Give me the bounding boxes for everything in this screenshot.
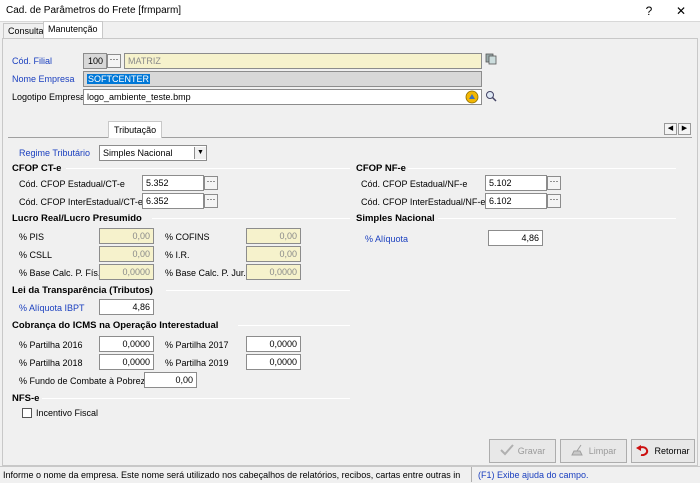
p2017-label: % Partilha 2017 bbox=[165, 340, 229, 350]
ibpt-label: % Alíquota IBPT bbox=[19, 303, 85, 313]
tab-consulta[interactable]: Consulta bbox=[3, 23, 49, 38]
tab-manutencao[interactable]: Manutenção bbox=[43, 21, 103, 38]
csll-label: % CSLL bbox=[19, 250, 53, 260]
cod-filial-field[interactable]: 100 bbox=[83, 53, 107, 69]
p2018-field[interactable]: 0,0000 bbox=[99, 354, 154, 370]
return-arrow-icon bbox=[636, 444, 650, 458]
cfop-nfe-inter-field[interactable]: 6.102 bbox=[485, 193, 547, 209]
nfse-title: NFS-e bbox=[12, 393, 40, 404]
lucro-title: Lucro Real/Lucro Presumido bbox=[12, 213, 142, 224]
simples-divider bbox=[438, 218, 676, 219]
icms-divider bbox=[238, 325, 350, 326]
nome-empresa-label: Nome Empresa bbox=[12, 74, 75, 84]
filial-name-field: MATRIZ bbox=[124, 53, 482, 69]
broom-icon bbox=[570, 444, 585, 458]
transparencia-divider bbox=[166, 290, 350, 291]
p2018-label: % Partilha 2018 bbox=[19, 358, 83, 368]
close-button[interactable]: ✕ bbox=[668, 2, 694, 20]
ir-field[interactable]: 0,00 bbox=[246, 246, 301, 262]
help-button[interactable]: ? bbox=[636, 2, 662, 20]
ir-label: % I.R. bbox=[165, 250, 190, 260]
limpar-button[interactable]: Limpar bbox=[560, 439, 627, 463]
regime-select[interactable]: Simples Nacional bbox=[99, 145, 207, 161]
lucro-divider bbox=[152, 218, 350, 219]
nome-empresa-value: SOFTCENTER bbox=[87, 74, 151, 84]
transparencia-title: Lei da Transparência (Tributos) bbox=[12, 285, 153, 296]
status-help: (F1) Exibe ajuda do campo. bbox=[478, 470, 589, 480]
cfop-cte-inter-field[interactable]: 6.352 bbox=[142, 193, 204, 209]
window-title: Cad. de Parâmetros do Frete [frmparm] bbox=[6, 5, 182, 16]
incentivo-checkbox[interactable] bbox=[22, 408, 32, 418]
base-pf-label: % Base Calc. P. Fís. bbox=[19, 268, 101, 278]
copy-icon[interactable] bbox=[485, 53, 497, 65]
cod-filial-label: Cód. Filial bbox=[12, 56, 53, 66]
cfop-nfe-divider bbox=[408, 168, 676, 169]
gravar-label: Gravar bbox=[517, 446, 546, 456]
checkmark-icon bbox=[500, 444, 514, 458]
cfop-nfe-estadual-lookup-button[interactable]: ··· bbox=[547, 176, 561, 190]
simples-title: Simples Nacional bbox=[356, 213, 435, 224]
fundo-label: % Fundo de Combate à Pobreza bbox=[19, 376, 151, 386]
cfop-cte-estadual-lookup-button[interactable]: ··· bbox=[204, 176, 218, 190]
cfop-nfe-inter-lookup-button[interactable]: ··· bbox=[547, 194, 561, 208]
folder-open-icon[interactable] bbox=[465, 90, 479, 104]
gravar-button[interactable]: Gravar bbox=[489, 439, 556, 463]
regime-value: Simples Nacional bbox=[103, 148, 173, 158]
chevron-down-icon[interactable]: ▼ bbox=[194, 147, 206, 159]
cfop-cte-divider bbox=[66, 168, 350, 169]
cfop-nfe-title: CFOP NF-e bbox=[356, 163, 406, 174]
status-separator bbox=[471, 467, 472, 482]
cfop-cte-inter-label: Cód. CFOP InterEstadual/CT-e bbox=[19, 197, 143, 207]
retornar-button[interactable]: Retornar bbox=[631, 439, 695, 463]
cfop-nfe-inter-label: Cód. CFOP InterEstadual/NF-e bbox=[361, 197, 486, 207]
cfop-cte-estadual-label: Cód. CFOP Estadual/CT-e bbox=[19, 179, 125, 189]
cofins-field[interactable]: 0,00 bbox=[246, 228, 301, 244]
magnifier-icon[interactable] bbox=[485, 90, 497, 102]
cod-filial-lookup-button[interactable]: ··· bbox=[107, 54, 121, 68]
base-pj-field[interactable]: 0,0000 bbox=[246, 264, 301, 280]
limpar-label: Limpar bbox=[588, 446, 617, 456]
tab-scroll-right-icon[interactable]: ▶ bbox=[678, 123, 691, 135]
ibpt-field[interactable]: 4,86 bbox=[99, 299, 154, 315]
nome-empresa-field[interactable]: SOFTCENTER bbox=[83, 71, 482, 87]
logotipo-label: Logotipo Empresa bbox=[12, 92, 86, 102]
p2016-label: % Partilha 2016 bbox=[19, 340, 83, 350]
p2016-field[interactable]: 0,0000 bbox=[99, 336, 154, 352]
cfop-nfe-estadual-label: Cód. CFOP Estadual/NF-e bbox=[361, 179, 468, 189]
icms-title: Cobrança do ICMS na Operação Interestadu… bbox=[12, 320, 219, 331]
p2017-field[interactable]: 0,0000 bbox=[246, 336, 301, 352]
regime-label: Regime Tributário bbox=[19, 148, 91, 158]
pis-field[interactable]: 0,00 bbox=[99, 228, 154, 244]
cfop-cte-estadual-field[interactable]: 5.352 bbox=[142, 175, 204, 191]
p2019-label: % Partilha 2019 bbox=[165, 358, 229, 368]
tab-scroll-left-icon[interactable]: ◀ bbox=[664, 123, 677, 135]
tab-tributacao[interactable]: Tributação bbox=[108, 121, 163, 138]
logotipo-field[interactable]: logo_ambiente_teste.bmp bbox=[83, 89, 482, 105]
incentivo-label: Incentivo Fiscal bbox=[36, 408, 99, 418]
cofins-label: % COFINS bbox=[165, 232, 210, 242]
retornar-label: Retornar bbox=[654, 446, 690, 456]
p2019-field[interactable]: 0,0000 bbox=[246, 354, 301, 370]
cfop-cte-title: CFOP CT-e bbox=[12, 163, 62, 174]
csll-field[interactable]: 0,00 bbox=[99, 246, 154, 262]
base-pf-field[interactable]: 0,0000 bbox=[99, 264, 154, 280]
status-message: Informe o nome da empresa. Este nome ser… bbox=[3, 470, 461, 480]
cfop-nfe-estadual-field[interactable]: 5.102 bbox=[485, 175, 547, 191]
cfop-cte-inter-lookup-button[interactable]: ··· bbox=[204, 194, 218, 208]
simples-aliquota-field[interactable]: 4,86 bbox=[488, 230, 543, 246]
nfse-divider bbox=[42, 398, 350, 399]
pis-label: % PIS bbox=[19, 232, 45, 242]
fundo-field[interactable]: 0,00 bbox=[144, 372, 197, 388]
simples-aliquota-label: % Alíquota bbox=[365, 234, 409, 244]
base-pj-label: % Base Calc. P. Jur. bbox=[165, 268, 246, 278]
